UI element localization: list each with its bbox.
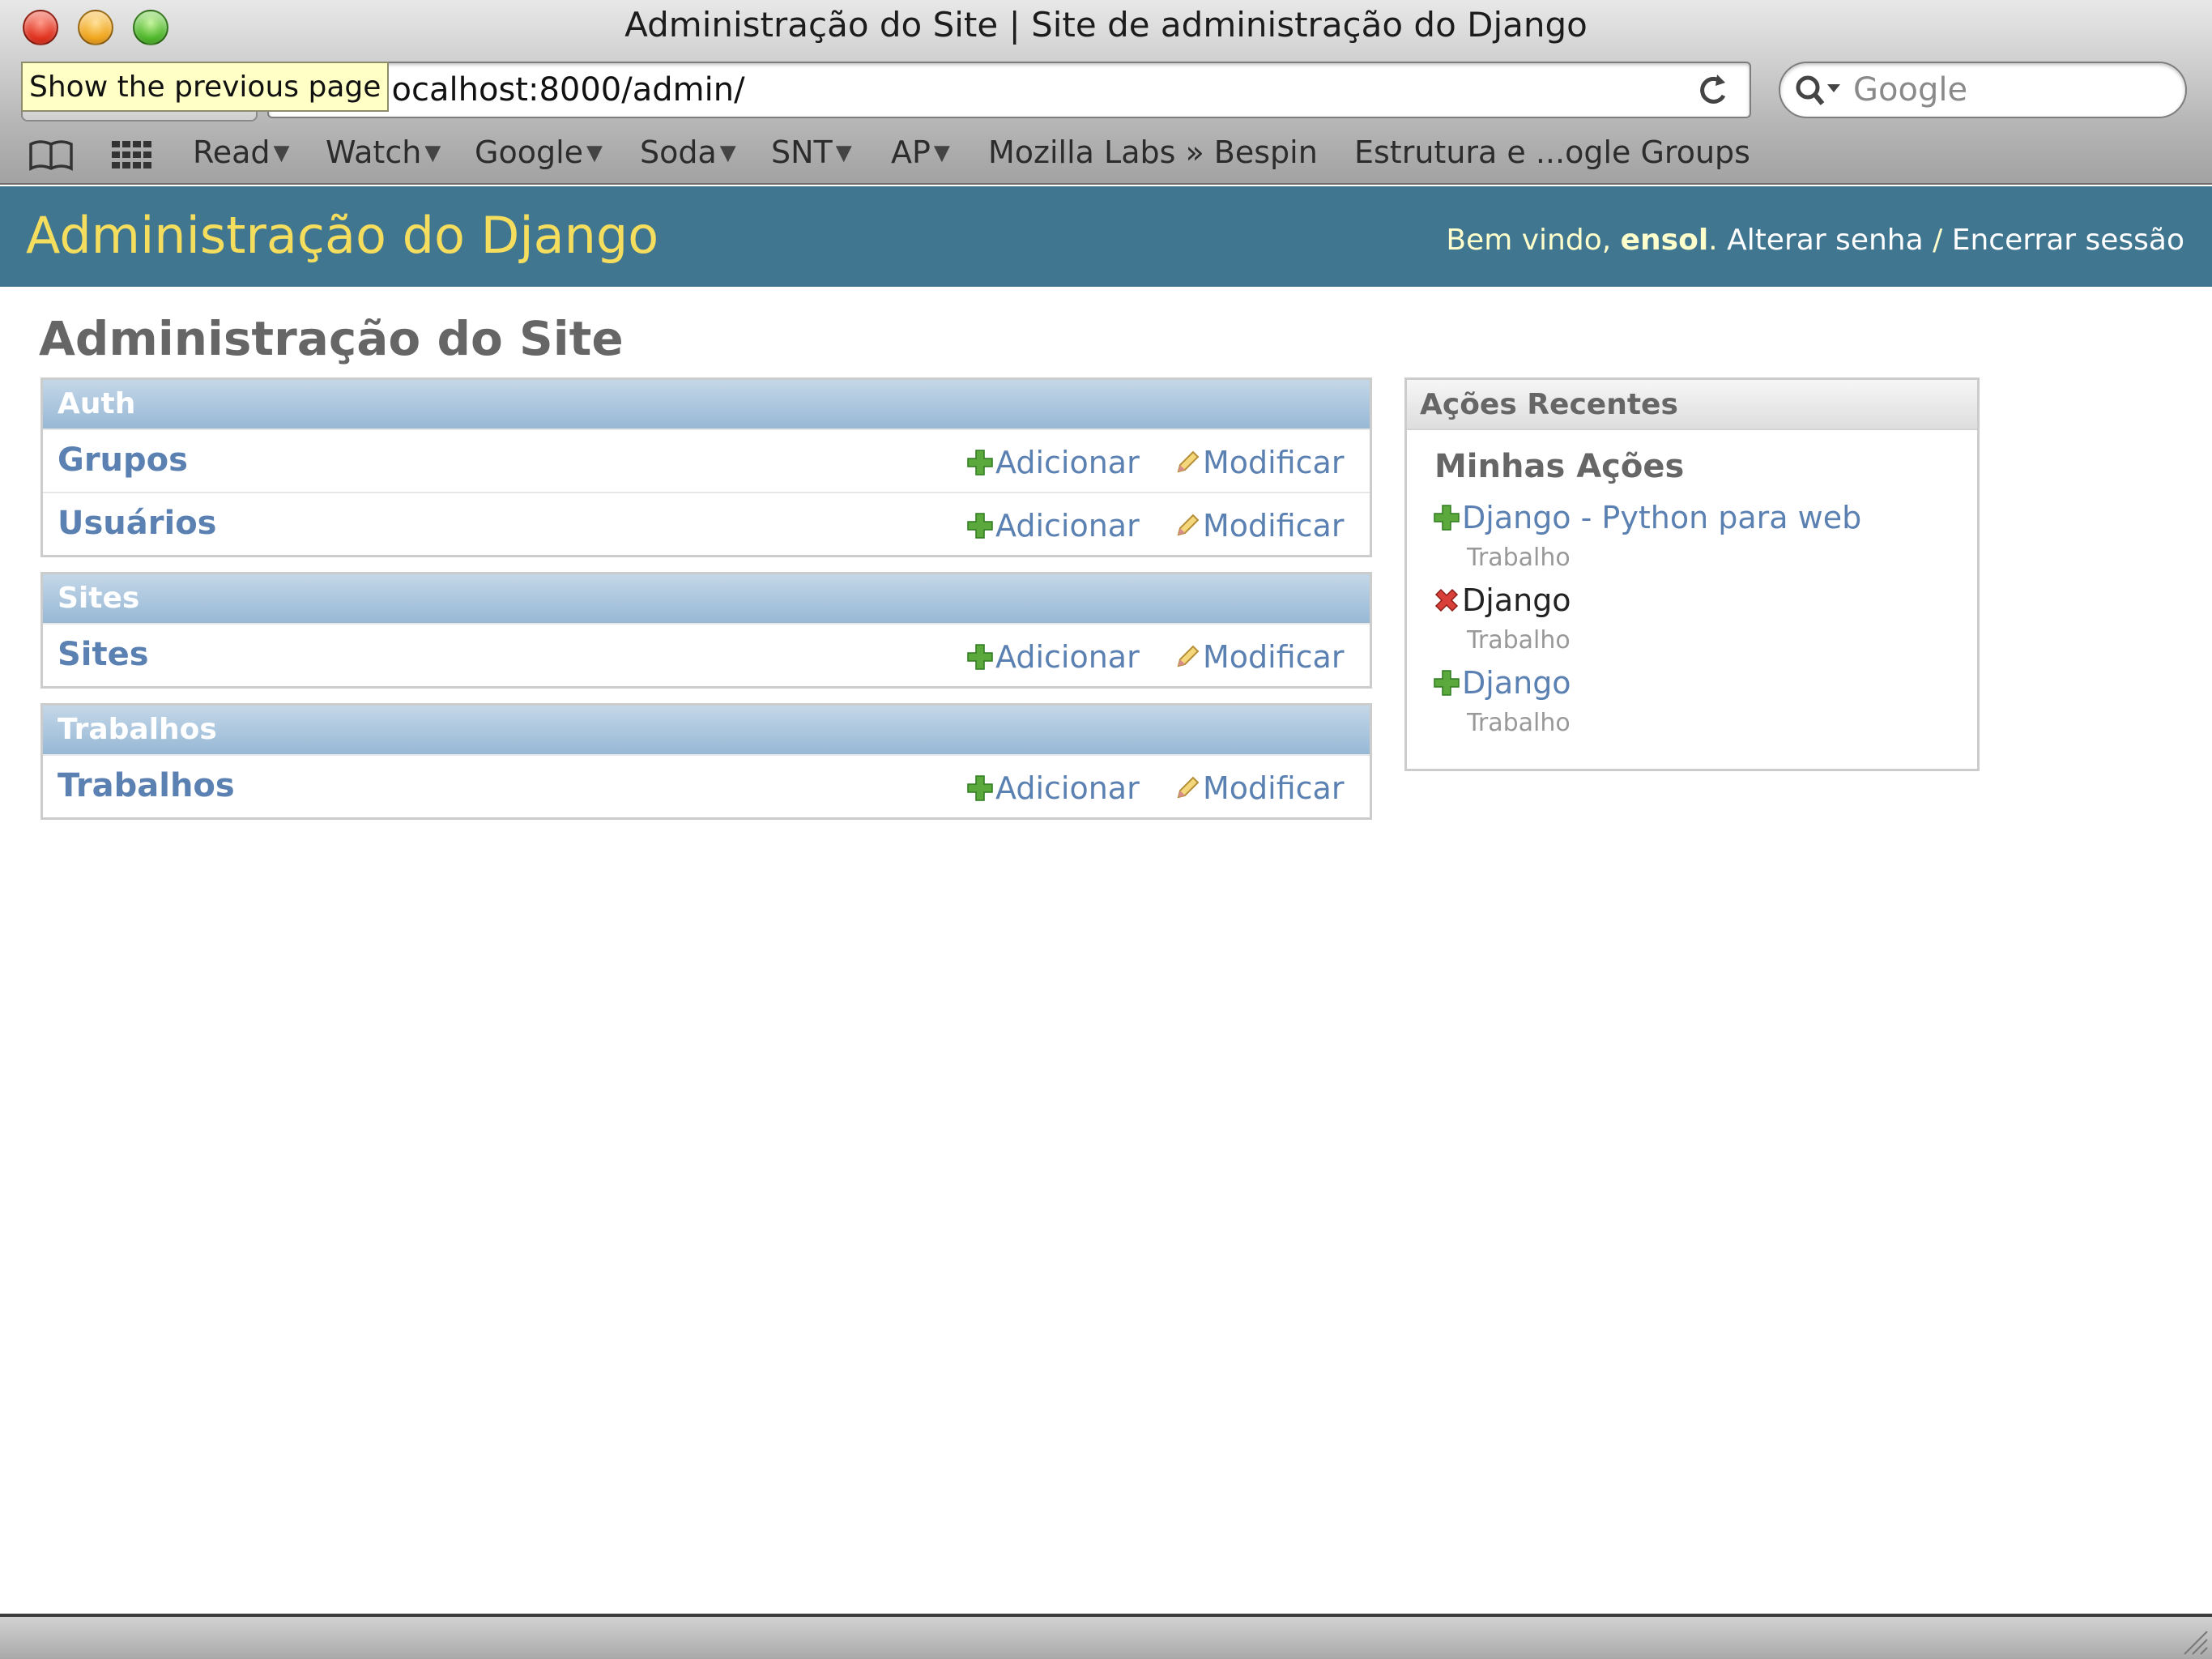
dropdown-arrow-icon: ▼	[835, 141, 852, 165]
admin-header: Administração do Django Bem vindo, ensol…	[0, 186, 2212, 287]
add-trabalhos-link[interactable]: Adicionar	[966, 770, 1140, 806]
change-sites-link[interactable]: Modificar	[1174, 639, 1344, 675]
app-module-auth: Auth Grupos Adicionar Modificar Usuários…	[40, 377, 1372, 557]
add-sites-link[interactable]: Adicionar	[966, 639, 1140, 675]
add-icon	[967, 513, 993, 539]
bookmarks-bar: Read ▼ Watch ▼ Google ▼ Soda ▼ SNT ▼ AP ▼ Mozi…	[0, 130, 2212, 181]
search-placeholder: Google	[1853, 71, 1968, 109]
model-link-sites[interactable]: Sites	[58, 636, 149, 673]
search-icon[interactable]	[1793, 73, 1845, 109]
page-title: Administração do Site	[39, 311, 624, 366]
address-bar[interactable]: ://localhost:8000/admin/	[267, 62, 1751, 118]
module-caption[interactable]: Sites	[43, 574, 1370, 623]
dropdown-arrow-icon: ▼	[424, 141, 441, 165]
back-button-tooltip: Show the previous page	[21, 62, 390, 112]
pencil-icon	[1177, 645, 1200, 667]
recent-action-link[interactable]: Django	[1433, 665, 1571, 701]
book-icon[interactable]	[28, 138, 75, 173]
window-title: Administração do Site | Site de administ…	[624, 5, 1588, 45]
model-link-trabalhos[interactable]: Trabalhos	[58, 767, 235, 804]
browser-titlebar: Administração do Site | Site de administ…	[0, 0, 2212, 185]
change-grupos-link[interactable]: Modificar	[1174, 445, 1344, 480]
address-url: ://localhost:8000/admin/	[350, 71, 745, 109]
model-link-usuarios[interactable]: Usuários	[58, 505, 216, 542]
dropdown-arrow-icon: ▼	[933, 141, 950, 165]
pencil-icon	[1177, 450, 1200, 473]
recent-action-link[interactable]: Django - Python para web	[1433, 500, 1861, 535]
bookmark-ap[interactable]: AP ▼	[891, 134, 950, 170]
search-input[interactable]: Google	[1779, 62, 2187, 118]
bookmark-google[interactable]: Google ▼	[475, 134, 603, 170]
add-icon	[967, 450, 993, 476]
add-icon	[1434, 505, 1460, 531]
change-usuarios-link[interactable]: Modificar	[1174, 508, 1344, 544]
dropdown-arrow-icon: ▼	[586, 141, 603, 165]
add-icon	[967, 775, 993, 801]
module-caption[interactable]: Trabalhos	[43, 706, 1370, 754]
change-trabalhos-link[interactable]: Modificar	[1174, 770, 1344, 806]
recent-action-item: Django - Python para web Trabalho	[1433, 500, 1861, 572]
dropdown-arrow-icon: ▼	[719, 141, 736, 165]
model-row-trabalhos: Trabalhos Adicionar Modificar	[43, 754, 1370, 817]
username: ensol	[1620, 224, 1709, 257]
recent-action-type: Trabalho	[1467, 709, 1571, 737]
welcome-text: Bem vindo,	[1446, 224, 1612, 257]
bookmark-snt[interactable]: SNT ▼	[771, 134, 852, 170]
pencil-icon	[1177, 776, 1200, 799]
app-module-sites: Sites Sites Adicionar Modificar	[40, 572, 1372, 689]
reload-icon[interactable]	[1693, 70, 1733, 110]
add-usuarios-link[interactable]: Adicionar	[966, 508, 1140, 544]
module-caption[interactable]: Auth	[43, 380, 1370, 429]
logout-link[interactable]: Encerrar sessão	[1952, 224, 2184, 257]
user-tools-separator: /	[1933, 224, 1943, 257]
model-row-grupos: Grupos Adicionar Modificar	[43, 429, 1370, 492]
recent-actions-module: Ações Recentes Minhas Ações Django - Pyt…	[1404, 377, 1980, 771]
recent-action-deleted-text: Django	[1433, 582, 1571, 618]
user-tools: Bem vindo, ensol. Alterar senha / Encerr…	[1446, 224, 2184, 257]
bookmark-estrutura-google-groups[interactable]: Estrutura e ...ogle Groups	[1354, 134, 1750, 170]
add-icon	[1434, 670, 1460, 696]
add-grupos-link[interactable]: Adicionar	[966, 445, 1140, 480]
bookmark-mozilla-labs-bespin[interactable]: Mozilla Labs » Bespin	[988, 134, 1318, 170]
grid-icon[interactable]	[110, 138, 154, 173]
delete-icon	[1434, 588, 1459, 612]
my-actions-heading: Minhas Ações	[1434, 448, 1685, 485]
recent-action-type: Trabalho	[1467, 626, 1571, 655]
recent-actions-caption: Ações Recentes	[1407, 380, 1977, 430]
model-link-grupos[interactable]: Grupos	[58, 441, 188, 479]
recent-action-item: Django Trabalho	[1433, 665, 1571, 737]
app-module-trabalhos: Trabalhos Trabalhos Adicionar Modificar	[40, 703, 1372, 820]
site-branding: Administração do Django	[26, 206, 659, 265]
bookmark-watch[interactable]: Watch ▼	[326, 134, 441, 170]
recent-action-type: Trabalho	[1467, 544, 1571, 572]
model-row-usuarios: Usuários Adicionar Modificar	[43, 492, 1370, 555]
add-icon	[967, 644, 993, 670]
model-row-sites: Sites Adicionar Modificar	[43, 623, 1370, 686]
bookmark-soda[interactable]: Soda ▼	[640, 134, 736, 170]
recent-action-item: Django Trabalho	[1433, 582, 1571, 655]
dropdown-arrow-icon: ▼	[273, 141, 290, 165]
bookmark-read[interactable]: Read ▼	[193, 134, 289, 170]
pencil-icon	[1177, 514, 1200, 536]
change-password-link[interactable]: Alterar senha	[1727, 224, 1924, 257]
resize-grip-icon[interactable]	[2176, 1623, 2209, 1656]
browser-status-bar	[0, 1614, 2212, 1659]
